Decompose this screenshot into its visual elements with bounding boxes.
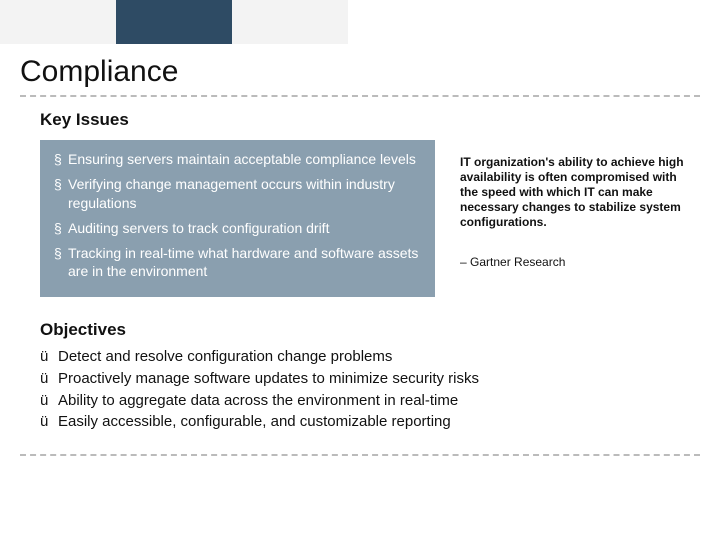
objective-text: Ability to aggregate data across the env… (58, 390, 458, 412)
issue-row: § Auditing servers to track configuratio… (54, 219, 421, 238)
objectives-block: Objectives ü Detect and resolve configur… (40, 320, 680, 433)
quote-text: IT organization's ability to achieve hig… (460, 155, 690, 230)
issue-text: Tracking in real-time what hardware and … (68, 244, 421, 282)
footer-divider (20, 454, 700, 456)
objective-row: ü Ability to aggregate data across the e… (40, 390, 680, 412)
check-icon: ü (40, 346, 58, 368)
issue-row: § Ensuring servers maintain acceptable c… (54, 150, 421, 169)
top-block-1 (0, 0, 116, 48)
check-icon: ü (40, 368, 58, 390)
issue-text: Verifying change management occurs withi… (68, 175, 421, 213)
slide-title: Compliance (20, 55, 178, 89)
check-icon: ü (40, 411, 58, 433)
issue-text: Ensuring servers maintain acceptable com… (68, 150, 421, 169)
top-block-4 (348, 0, 720, 48)
objective-text: Proactively manage software updates to m… (58, 368, 479, 390)
objective-row: ü Proactively manage software updates to… (40, 368, 680, 390)
slide: Compliance Key Issues § Ensuring servers… (0, 0, 720, 540)
top-band-underline (0, 44, 720, 48)
issue-text: Auditing servers to track configuration … (68, 219, 421, 238)
title-divider (20, 95, 700, 97)
key-issues-heading: Key Issues (40, 110, 129, 130)
footer: altiris ™ © 8/16/2018 Altiris Inc. SERVE… (0, 465, 720, 525)
top-block-2 (116, 0, 232, 48)
quote-attribution: – Gartner Research (460, 255, 690, 269)
issues-box: § Ensuring servers maintain acceptable c… (40, 140, 435, 297)
bullet-icon: § (54, 150, 68, 169)
objectives-heading: Objectives (40, 320, 680, 340)
objective-text: Detect and resolve configuration change … (58, 346, 392, 368)
objective-row: ü Detect and resolve configuration chang… (40, 346, 680, 368)
objective-row: ü Easily accessible, configurable, and c… (40, 411, 680, 433)
bullet-icon: § (54, 244, 68, 282)
issue-row: § Verifying change management occurs wit… (54, 175, 421, 213)
top-band (0, 0, 720, 48)
bullet-icon: § (54, 175, 68, 213)
top-block-3 (232, 0, 348, 48)
bullet-icon: § (54, 219, 68, 238)
check-icon: ü (40, 390, 58, 412)
issue-row: § Tracking in real-time what hardware an… (54, 244, 421, 282)
objective-text: Easily accessible, configurable, and cus… (58, 411, 451, 433)
